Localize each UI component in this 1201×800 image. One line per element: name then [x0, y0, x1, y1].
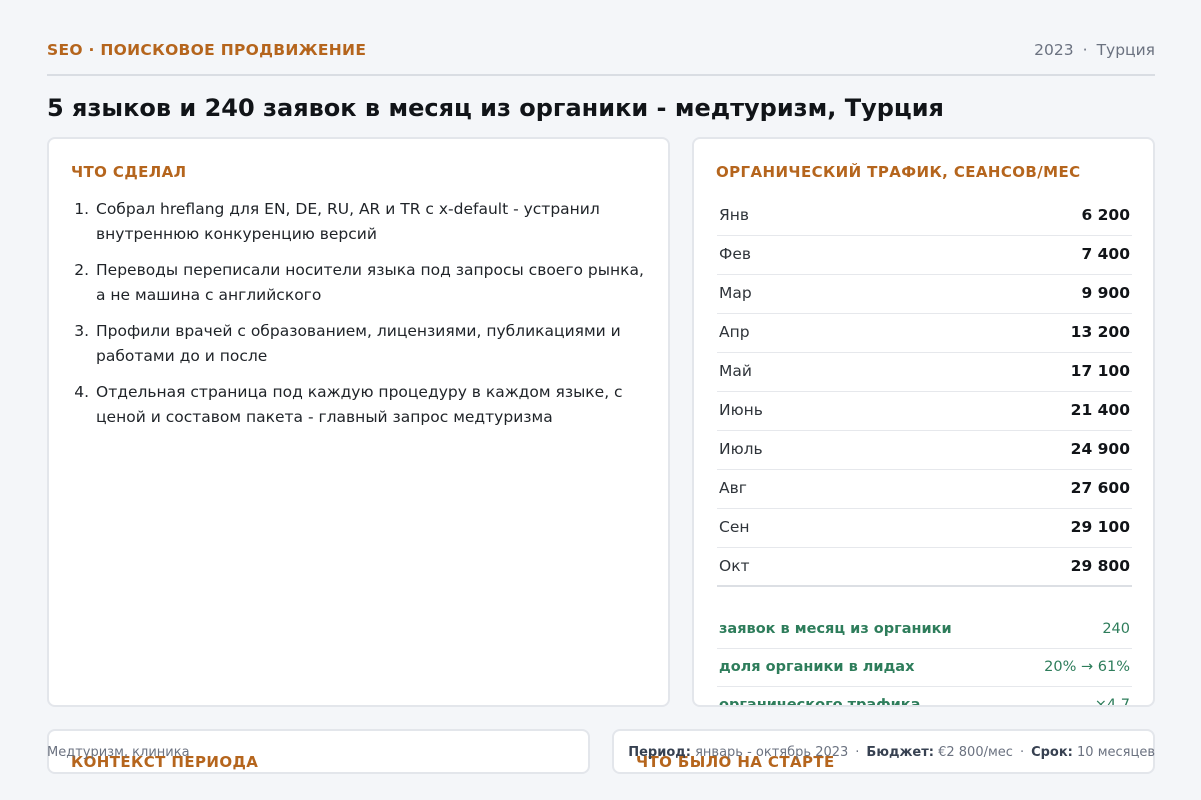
result-row: заявок в месяц из органики 240	[717, 611, 1132, 649]
traffic-row: Сен 29 100	[717, 509, 1132, 548]
month-cell: Фев	[719, 245, 752, 263]
traffic-row: Апр 13 200	[717, 314, 1132, 353]
client-label: Медтуризм, клиника	[47, 745, 190, 760]
footer-separator: ·	[1019, 745, 1025, 760]
traffic-card: ОРГАНИЧЕСКИЙ ТРАФИК, СЕАНСОВ/МЕС Янв 6 20…	[692, 137, 1155, 707]
budget-value: €2 800/мес	[938, 745, 1013, 760]
value-cell: 17 100	[1070, 362, 1130, 380]
traffic-row: Янв 6 200	[717, 197, 1132, 236]
page-title: 5 языков и 240 заявок в месяц из органик…	[47, 94, 944, 122]
category-label: SEO · ПОИСКОВОЕ ПРОДВИЖЕНИЕ	[47, 41, 367, 59]
result-value: 20% → 61%	[1044, 659, 1130, 675]
page-header: SEO · ПОИСКОВОЕ ПРОДВИЖЕНИЕ 2023 · Турция	[47, 38, 1155, 76]
traffic-row: Июль 24 900	[717, 431, 1132, 470]
month-cell: Окт	[719, 557, 750, 575]
traffic-row: Май 17 100	[717, 353, 1132, 392]
value-cell: 29 800	[1070, 557, 1130, 575]
term-value: 10 месяцев	[1077, 745, 1155, 760]
done-item: Отдельная страница под каждую процедуру …	[94, 380, 654, 430]
result-label: доля органики в лидах	[719, 659, 915, 675]
done-item: Переводы переписали носители языка под з…	[94, 258, 654, 308]
traffic-heading: ОРГАНИЧЕСКИЙ ТРАФИК, СЕАНСОВ/МЕС	[716, 163, 1081, 181]
result-value: ×4,7	[1094, 697, 1130, 707]
value-cell: 9 900	[1081, 284, 1130, 302]
year-label: 2023	[1034, 41, 1074, 59]
period-value: январь - октябрь 2023	[695, 745, 849, 760]
month-cell: Май	[719, 362, 752, 380]
budget-label: Бюджет:	[866, 745, 934, 760]
result-label: заявок в месяц из органики	[719, 621, 952, 637]
footer-separator: ·	[855, 745, 860, 760]
month-cell: Июнь	[719, 401, 763, 419]
value-cell: 29 100	[1070, 518, 1130, 536]
period-label: Период:	[628, 745, 691, 760]
result-row: доля органики в лидах 20% → 61%	[717, 649, 1132, 687]
traffic-row: Фев 7 400	[717, 236, 1132, 275]
result-value: 240	[1102, 621, 1130, 637]
month-cell: Сен	[719, 518, 750, 536]
value-cell: 6 200	[1081, 206, 1130, 224]
value-cell: 24 900	[1070, 440, 1130, 458]
term-label: Срок:	[1031, 745, 1073, 760]
done-card: ЧТО СДЕЛАЛ Собрал hreflang для EN, DE, R…	[47, 137, 670, 707]
value-cell: 13 200	[1070, 323, 1130, 341]
traffic-table: Янв 6 200 Фев 7 400 Мар 9 900 Апр 13 200 Май…	[717, 197, 1132, 587]
result-row: органического трафика ×4,7	[717, 687, 1132, 707]
traffic-row: Окт 29 800	[717, 548, 1132, 587]
month-cell: Июль	[719, 440, 763, 458]
done-list: Собрал hreflang для EN, DE, RU, AR и TR …	[94, 197, 654, 441]
footer-meta: Период: январь - октябрь 2023 · Бюджет: €2…	[628, 745, 1155, 760]
month-cell: Мар	[719, 284, 752, 302]
value-cell: 21 400	[1070, 401, 1130, 419]
month-cell: Авг	[719, 479, 747, 497]
meta-separator: ·	[1082, 41, 1088, 59]
done-item: Собрал hreflang для EN, DE, RU, AR и TR …	[94, 197, 654, 247]
case-page: SEO · ПОИСКОВОЕ ПРОДВИЖЕНИЕ 2023 · Турция …	[0, 0, 1201, 800]
done-heading: ЧТО СДЕЛАЛ	[71, 163, 187, 181]
month-cell: Янв	[719, 206, 750, 224]
traffic-row: Июнь 21 400	[717, 392, 1132, 431]
value-cell: 7 400	[1081, 245, 1130, 263]
traffic-row: Мар 9 900	[717, 275, 1132, 314]
results-list: заявок в месяц из органики 240 доля орган…	[717, 611, 1132, 707]
header-meta: 2023 · Турция	[1034, 41, 1155, 59]
country-label: Турция	[1096, 41, 1155, 59]
result-label: органического трафика	[719, 697, 921, 707]
month-cell: Апр	[719, 323, 750, 341]
traffic-row: Авг 27 600	[717, 470, 1132, 509]
value-cell: 27 600	[1070, 479, 1130, 497]
done-item: Профили врачей с образованием, лицензиям…	[94, 319, 654, 369]
